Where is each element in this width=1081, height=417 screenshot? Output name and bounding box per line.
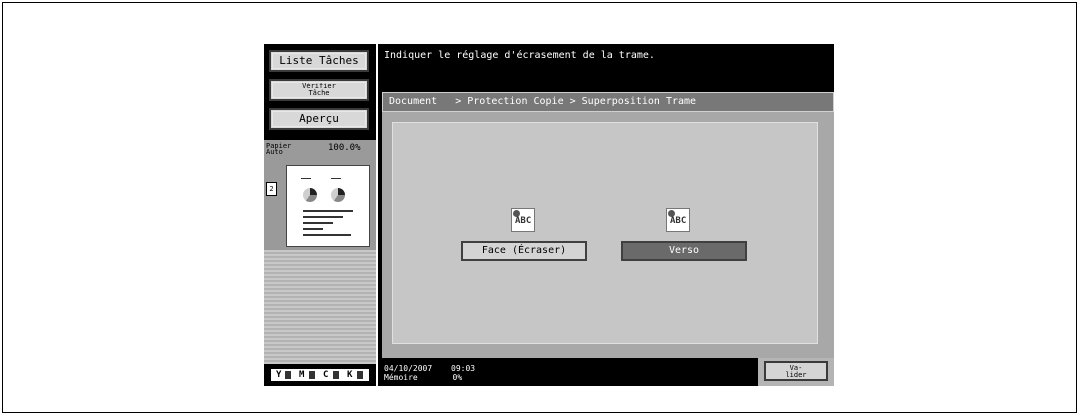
thumb-line — [303, 210, 353, 212]
toner-c-label: C — [323, 370, 329, 380]
thumb-line — [331, 178, 341, 179]
thumb-line — [303, 216, 343, 218]
face-abc-icon-text: ABC — [515, 216, 532, 226]
pie-icon — [331, 188, 345, 202]
valider-label-2: lider — [785, 371, 807, 379]
job-list-button[interactable]: Liste Tâches — [269, 50, 369, 72]
status-date: 04/10/2007 — [384, 364, 433, 373]
valider-button[interactable]: Va- lider — [764, 361, 828, 381]
breadcrumb: Document > Protection Copie > Superposit… — [382, 92, 834, 112]
toner-k-label: K — [347, 370, 353, 380]
toner-k-bar — [357, 371, 363, 379]
paper-info: Papier Auto 100.0% 2 — [264, 140, 376, 250]
paper-label: Papier Auto — [266, 143, 291, 156]
toner-indicator: Y M C K — [270, 368, 370, 382]
thumb-line — [303, 234, 351, 236]
left-sidebar: Liste Tâches Vérifier Tâche Aperçu Papie… — [264, 44, 376, 386]
thumb-line — [303, 222, 333, 224]
toner-m-bar — [309, 371, 315, 379]
status-time: 09:03 — [451, 364, 476, 373]
face-overwrite-button[interactable]: Face (Écraser) — [461, 241, 587, 261]
preview-button[interactable]: Aperçu — [269, 108, 369, 130]
toner-m-label: M — [299, 370, 305, 380]
memory-label: Mémoire — [384, 373, 418, 382]
preview-thumbnail — [286, 165, 370, 247]
status-bar: 04/10/2007 09:03 Mémoire 0% — [384, 364, 475, 382]
zoom-value: 100.0% — [328, 143, 361, 153]
verso-abc-icon: ABC — [666, 208, 690, 232]
options-panel: ABC ABC Face (Écraser) Verso — [392, 122, 818, 344]
sidebar-hatch — [264, 250, 376, 364]
check-job-label-2: Tâche — [308, 89, 330, 97]
thumb-line — [301, 178, 311, 179]
verso-button[interactable]: Verso — [621, 241, 747, 261]
header-message: Indiquer le réglage d'écrasement de la t… — [384, 50, 655, 61]
toner-y-label: Y — [276, 370, 282, 380]
main-area: Indiquer le réglage d'écrasement de la t… — [378, 44, 834, 386]
face-abc-icon: ABC — [511, 208, 535, 232]
content-area: ABC ABC Face (Écraser) Verso — [382, 112, 834, 358]
memory-value: 0% — [452, 373, 463, 382]
verso-abc-icon-text: ABC — [670, 216, 687, 226]
check-job-button[interactable]: Vérifier Tâche — [269, 79, 369, 101]
toner-c-bar — [333, 371, 339, 379]
pie-icon — [303, 188, 317, 202]
duplex-icon: 2 — [266, 182, 277, 196]
toner-y-bar — [285, 371, 291, 379]
thumb-line — [303, 228, 323, 230]
copier-panel: Liste Tâches Vérifier Tâche Aperçu Papie… — [264, 44, 834, 386]
valider-area: Va- lider — [758, 358, 834, 386]
